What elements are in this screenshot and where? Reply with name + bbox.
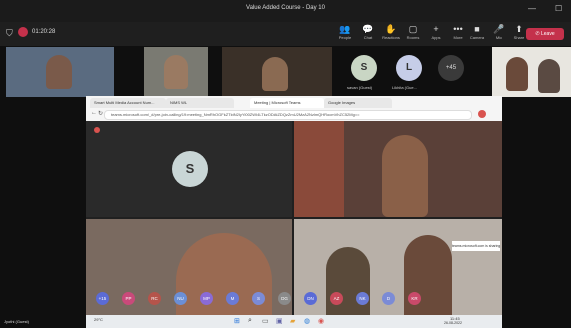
reactions-icon: ✋ xyxy=(385,24,397,34)
camera-button[interactable]: ■ Camera xyxy=(466,24,488,46)
teams-icon[interactable]: ▣ xyxy=(276,317,283,325)
browser-tab[interactable]: Google Images xyxy=(324,98,392,108)
toolbar-label: Chat xyxy=(363,35,373,40)
participant-chip[interactable]: AZ xyxy=(330,292,343,305)
chat-icon: 💬 xyxy=(362,24,374,34)
participant-chip[interactable]: KR xyxy=(408,292,421,305)
chrome-icon[interactable]: ◉ xyxy=(318,317,324,325)
weather-text: 29°C xyxy=(94,317,103,322)
toolbar-label: Mic xyxy=(495,35,503,40)
address-bar[interactable]: teams.microsoft.com/_#/pre-join-calling/… xyxy=(104,110,472,120)
browser-tab[interactable]: Smart Multi Media Account Num... xyxy=(90,98,166,108)
participant-name: savan (Guest) xyxy=(347,85,373,90)
title-bar: Value Added Course - Day 10 — ☐ xyxy=(0,0,571,22)
participant-chip[interactable]: DG xyxy=(278,292,291,305)
participant-chip[interactable]: NK xyxy=(356,292,369,305)
participant-figure xyxy=(164,55,188,89)
shared-browser-window: Smart Multi Media Account Num... NIMS WL… xyxy=(86,96,502,328)
mic-icon: 🎤 xyxy=(493,24,505,34)
shield-icon: ⛉ xyxy=(6,28,13,38)
edge-icon[interactable]: ◍ xyxy=(304,317,310,325)
participant-chip[interactable]: MP xyxy=(200,292,213,305)
maximize-icon[interactable]: ☐ xyxy=(555,4,562,13)
apps-button[interactable]: + Apps xyxy=(425,24,447,46)
recording-icon xyxy=(94,127,100,133)
search-icon[interactable]: ⌕ xyxy=(248,317,252,325)
self-name: Jyothi (Guest) xyxy=(4,319,29,324)
participant-chip[interactable]: M xyxy=(226,292,239,305)
participant-chip[interactable]: NU xyxy=(174,292,187,305)
participant-figure xyxy=(382,135,428,217)
meeting-timer: 01:20:28 xyxy=(32,29,56,35)
browser-tab[interactable]: NIMS WL xyxy=(166,98,234,108)
clock-date: 26-08-2022 xyxy=(444,321,462,325)
folder-icon[interactable]: ▰ xyxy=(290,317,295,325)
mic-button[interactable]: 🎤 Mic xyxy=(488,24,510,46)
profile-avatar[interactable] xyxy=(478,110,486,118)
apps-icon: + xyxy=(433,24,439,34)
chat-button[interactable]: 💬 Chat xyxy=(357,24,379,46)
participant-chip[interactable]: S xyxy=(252,292,265,305)
leave-button[interactable]: ✆ Leave xyxy=(526,28,564,40)
avatar: L xyxy=(396,55,422,81)
minimize-icon[interactable]: — xyxy=(528,4,536,13)
start-icon[interactable]: ⊞ xyxy=(234,317,240,325)
rooms-button[interactable]: ▢ Rooms xyxy=(402,24,424,46)
screen-share-notice: teams.microsoft.com is sharing your scre… xyxy=(452,241,500,251)
avatar-tile[interactable]: S xyxy=(86,121,292,217)
toolbar-label: Apps xyxy=(431,35,441,40)
back-icon[interactable]: ← xyxy=(91,110,97,116)
leave-label: Leave xyxy=(540,31,555,37)
people-button[interactable]: 👥 People xyxy=(334,24,356,46)
participant-chip[interactable]: DN xyxy=(304,292,317,305)
participant-figure xyxy=(176,233,272,328)
participant-figure xyxy=(404,235,452,327)
overflow-participants-button[interactable]: +45 xyxy=(438,55,464,81)
toolbar-label: Reactions xyxy=(382,35,400,40)
window-title: Value Added Course - Day 10 xyxy=(246,5,325,11)
participant-chip[interactable]: RC xyxy=(148,292,161,305)
participant-video-tile[interactable] xyxy=(222,47,332,97)
participant-video-tile[interactable] xyxy=(86,219,292,328)
participant-figure xyxy=(46,55,72,89)
participant-figure xyxy=(538,59,560,93)
toolbar-label: People xyxy=(338,35,352,40)
camera-icon: ■ xyxy=(474,24,480,34)
participant-figure xyxy=(262,57,288,91)
participant-video-tile[interactable] xyxy=(492,47,571,97)
recording-icon xyxy=(18,27,28,37)
url-text: teams.microsoft.com/_#/pre-join-calling/… xyxy=(111,112,360,117)
people-icon: 👥 xyxy=(339,24,351,34)
participant-chip[interactable]: D xyxy=(382,292,395,305)
toolbar-label: Rooms xyxy=(406,35,420,40)
reactions-button[interactable]: ✋ Reactions xyxy=(380,24,402,46)
participant-chip[interactable]: +15 xyxy=(96,292,109,305)
participant-chip[interactable]: PP xyxy=(122,292,135,305)
participant-video-tile[interactable] xyxy=(6,47,114,97)
participant-video-tile[interactable] xyxy=(294,121,502,217)
toolbar-label: Camera xyxy=(469,35,485,40)
reload-icon[interactable]: ↻ xyxy=(98,110,103,117)
windows-taskbar: 29°C ⊞ ⌕ ▭ ▣ ▰ ◍ ◉ 11:45 26-08-2022 xyxy=(86,315,502,328)
browser-tab[interactable]: Meeting | Microsoft Teams xyxy=(250,98,324,108)
avatar: S xyxy=(351,55,377,81)
avatar: S xyxy=(172,151,208,187)
participant-video-tile[interactable] xyxy=(144,47,208,97)
phone-icon: ✆ xyxy=(535,31,540,37)
rooms-icon: ▢ xyxy=(408,24,418,34)
meeting-toolbar: ⛉ 01:20:28 👥 People 💬 Chat ✋ Reactions ▢ Rooms +… xyxy=(0,22,571,46)
participant-video-tile[interactable]: teams.microsoft.com is sharing your scre… xyxy=(294,219,502,328)
taskview-icon[interactable]: ▭ xyxy=(262,317,269,325)
curtain xyxy=(294,121,344,217)
participant-name: Likhita (Gue... xyxy=(392,85,417,90)
participant-figure xyxy=(506,57,528,91)
